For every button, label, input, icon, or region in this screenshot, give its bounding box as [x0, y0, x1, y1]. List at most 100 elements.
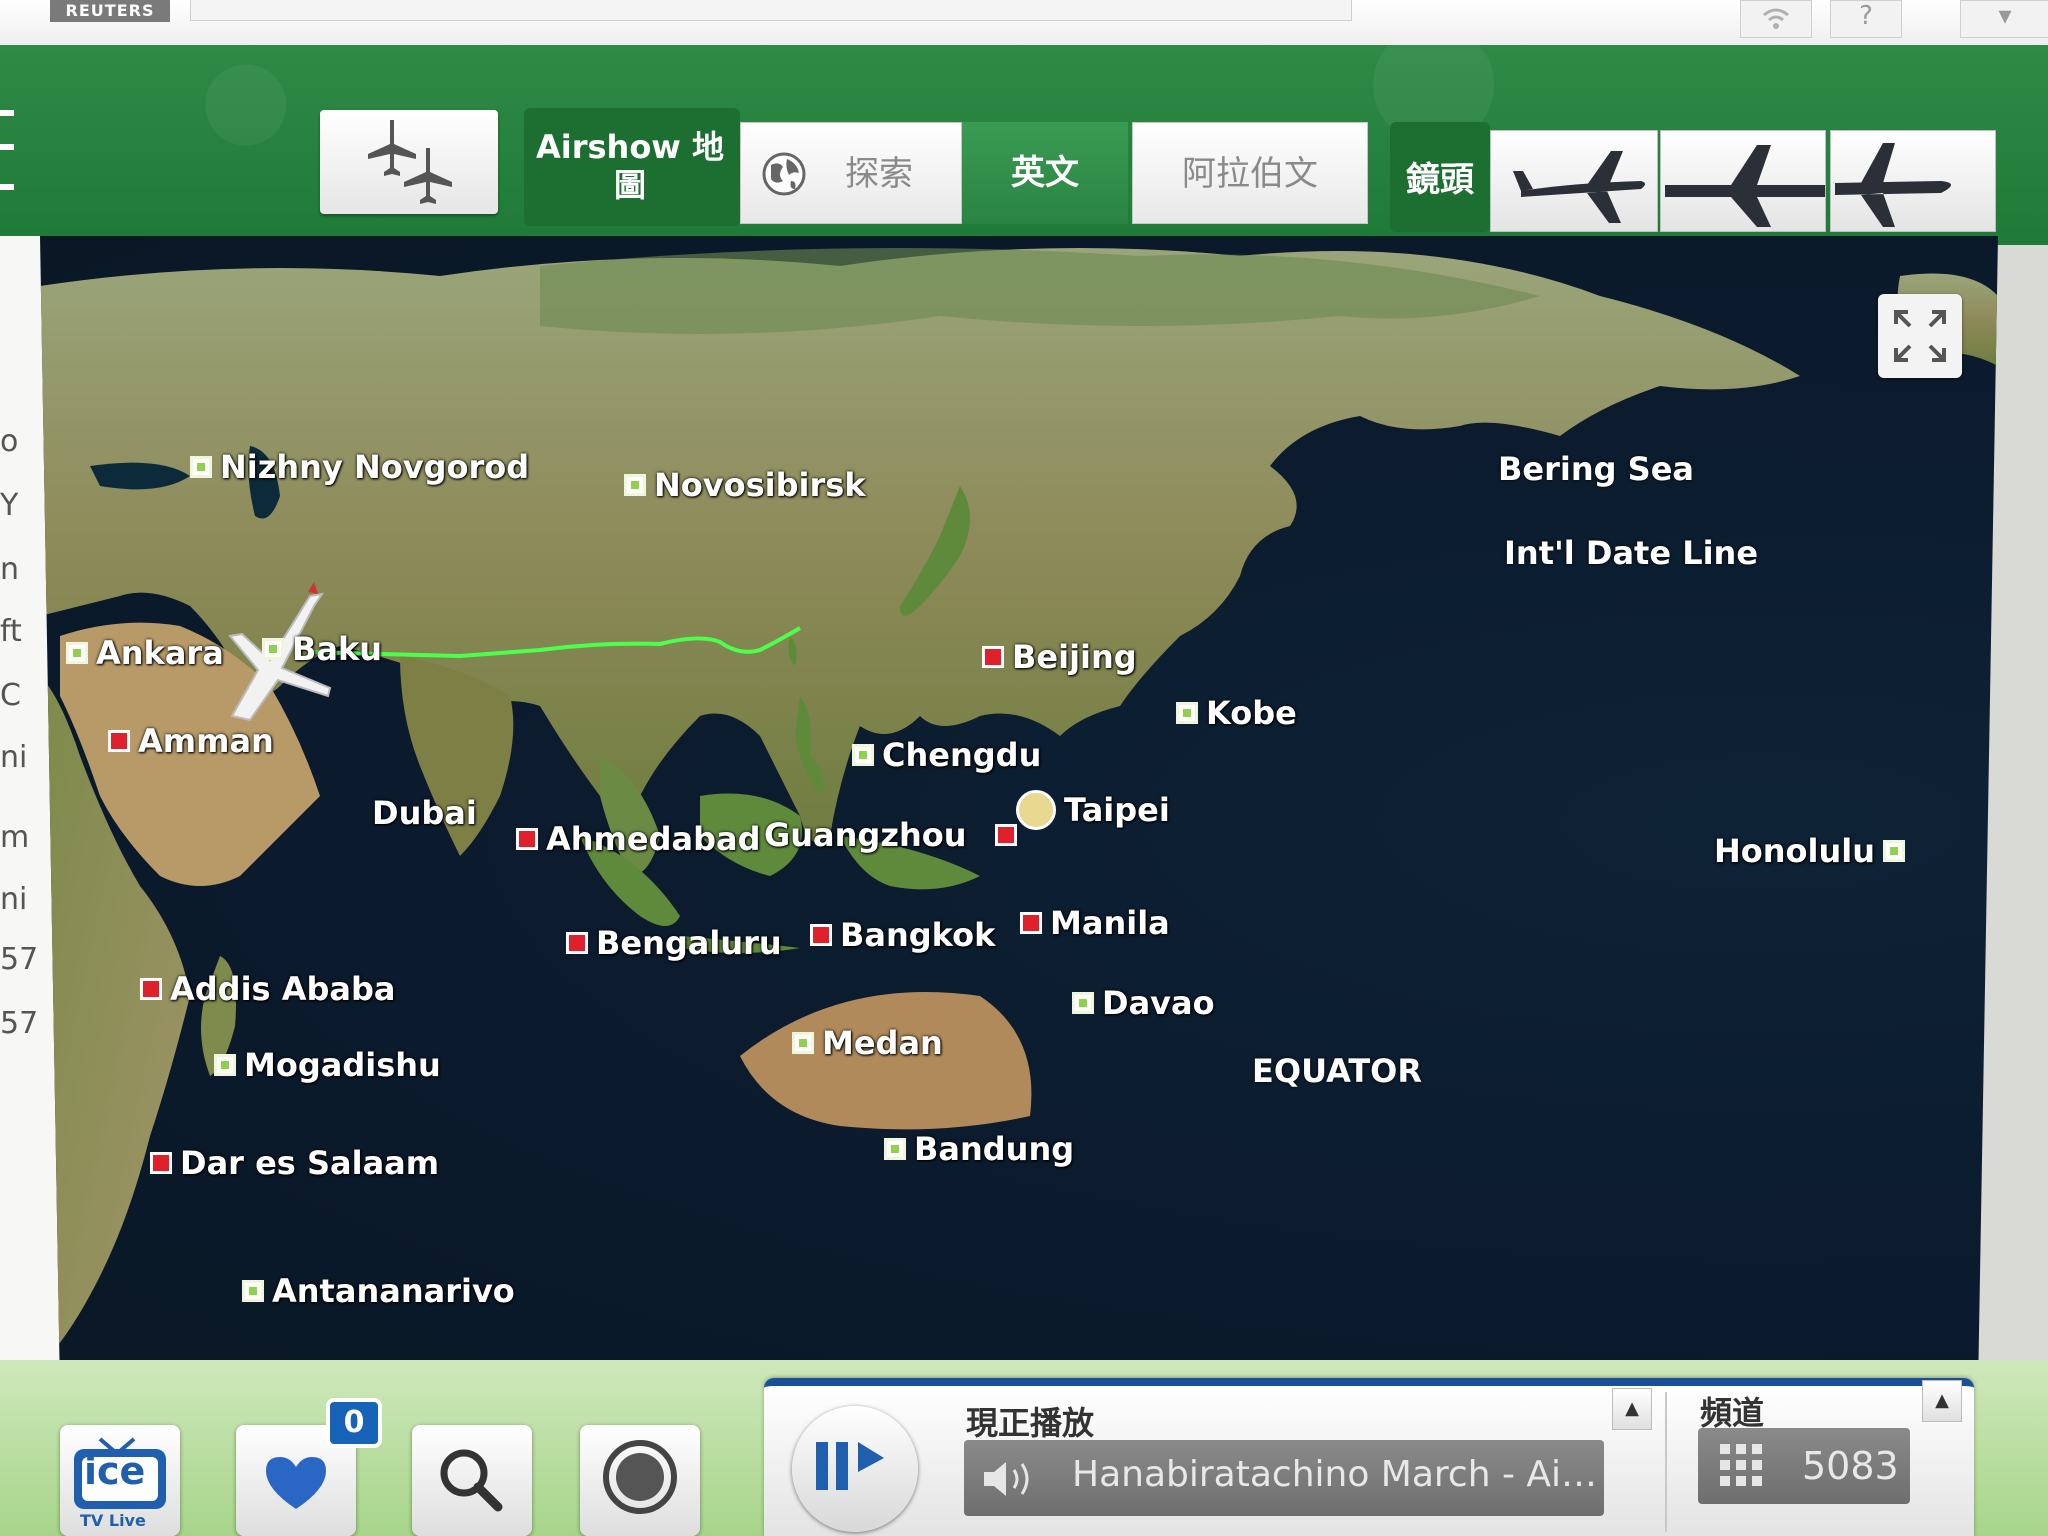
city-label[interactable]: Nizhny Novgorod: [190, 448, 529, 486]
origin-city-label[interactable]: Taipei: [1016, 790, 1170, 830]
city-name: Medan: [822, 1024, 943, 1062]
city-label[interactable]: Bangkok: [810, 916, 995, 954]
chevron-down-icon[interactable]: ▾: [1960, 0, 2048, 38]
city-label[interactable]: Honolulu: [1714, 832, 1906, 870]
city-label[interactable]: Amman: [108, 722, 274, 760]
city-marker: [852, 744, 874, 766]
city-label[interactable]: Ankara: [66, 634, 224, 672]
city-label[interactable]: Dar es Salaam: [150, 1144, 439, 1182]
city-name: Nizhny Novgorod: [220, 448, 530, 486]
menu-icon[interactable]: [0, 110, 14, 190]
city-name: Antananarivo: [272, 1272, 515, 1310]
city-marker: [982, 646, 1004, 668]
two-planes-button[interactable]: [320, 110, 498, 214]
tab-english[interactable]: 英文: [962, 122, 1128, 224]
city-name: Dar es Salaam: [180, 1144, 440, 1182]
side-char: 57: [0, 942, 39, 977]
city-name: Manila: [1050, 904, 1170, 942]
city-label[interactable]: Davao: [1072, 984, 1215, 1022]
two-planes-icon: [368, 120, 452, 204]
city-marker: [242, 1280, 264, 1302]
record-circle-icon: [603, 1440, 677, 1514]
city-name: Mogadishu: [244, 1046, 441, 1084]
city-label[interactable]: Guangzhou: [764, 816, 1017, 854]
camera-front-view-button[interactable]: [1660, 130, 1826, 232]
bering-sea-label: Bering Sea: [1498, 450, 1695, 488]
city-marker: [108, 730, 130, 752]
search-button[interactable]: [412, 1425, 532, 1536]
city-marker: [810, 924, 832, 946]
city-name: Bangkok: [840, 916, 996, 954]
city-label[interactable]: Chengdu: [852, 736, 1041, 774]
camera-rear-view-button[interactable]: [1830, 130, 1996, 232]
city-marker: [190, 456, 212, 478]
city-label[interactable]: Bengaluru: [566, 924, 782, 962]
side-char: Y: [0, 488, 19, 523]
city-name: Novosibirsk: [654, 466, 866, 504]
city-label[interactable]: Baku: [262, 630, 382, 668]
side-char: n: [0, 552, 20, 587]
track-title: Hanabiratachino March - Ai…: [1072, 1454, 1598, 1495]
tab-explore-label: 探索: [845, 154, 913, 194]
city-marker: [566, 932, 588, 954]
city-label[interactable]: Antananarivo: [242, 1272, 515, 1310]
side-char: C: [0, 678, 21, 713]
plane-rear-icon: [1835, 143, 1951, 227]
play-pause-button[interactable]: [792, 1406, 918, 1532]
city-label[interactable]: Beijing: [982, 638, 1137, 676]
globe-icon: [762, 152, 806, 196]
city-name: Kobe: [1206, 694, 1297, 732]
city-label[interactable]: Manila: [1020, 904, 1170, 942]
channel-up-button[interactable]: ▲: [1922, 1380, 1962, 1422]
city-marker: [150, 1152, 172, 1174]
camera-label: 鏡頭: [1406, 160, 1474, 200]
city-marker: [262, 638, 284, 660]
wifi-icon[interactable]: [1740, 0, 1812, 38]
city-name: Taipei: [1064, 791, 1170, 829]
city-marker: [1020, 912, 1042, 934]
city-marker: [792, 1032, 814, 1054]
city-marker: [66, 642, 88, 664]
tab-arabic[interactable]: 阿拉伯文: [1132, 122, 1368, 224]
city-name: Dubai: [372, 794, 477, 832]
track-up-button[interactable]: ▲: [1612, 1388, 1652, 1430]
city-name: Beijing: [1012, 638, 1137, 676]
side-char: 57: [0, 1006, 39, 1041]
home-button[interactable]: [580, 1425, 700, 1536]
fullscreen-button[interactable]: [1878, 294, 1962, 378]
city-label[interactable]: Ahmedabad: [516, 820, 761, 858]
help-icon[interactable]: ?: [1830, 0, 1902, 38]
city-label[interactable]: Dubai: [372, 794, 477, 832]
camera-side-view-button[interactable]: [1490, 130, 1658, 232]
reuters-tab[interactable]: REUTERS: [50, 0, 170, 22]
city-name: Chengdu: [882, 736, 1042, 774]
plane-front-icon: [1665, 145, 1825, 227]
tab-explore[interactable]: 探索: [740, 122, 962, 224]
pause-play-icon: [816, 1442, 884, 1490]
ice-label: ice: [84, 1449, 146, 1493]
side-char: ni: [0, 740, 28, 775]
city-name: Bengaluru: [596, 924, 782, 962]
city-label[interactable]: Mogadishu: [214, 1046, 441, 1084]
ice-tv-button[interactable]: ice TV Live: [60, 1425, 180, 1536]
city-label[interactable]: Novosibirsk: [624, 466, 866, 504]
city-label[interactable]: Bandung: [884, 1130, 1074, 1168]
city-marker: [1883, 840, 1906, 862]
side-char: m: [0, 820, 30, 855]
airshow-map-label[interactable]: Airshow 地圖: [530, 128, 730, 204]
city-name: Amman: [138, 722, 274, 760]
city-marker: [1072, 992, 1094, 1014]
city-name: Ahmedabad: [546, 820, 761, 858]
city-label[interactable]: Addis Ababa: [140, 970, 396, 1008]
city-marker: [516, 828, 538, 850]
city-marker: [994, 824, 1017, 846]
origin-marker: [1016, 790, 1056, 830]
city-label[interactable]: Medan: [792, 1024, 943, 1062]
keypad-icon: [1720, 1444, 1762, 1486]
favorites-count-badge: 0: [326, 1398, 382, 1448]
equator-label: EQUATOR: [1252, 1052, 1423, 1090]
city-marker: [884, 1138, 906, 1160]
city-name: Baku: [292, 630, 383, 668]
city-label[interactable]: Kobe: [1176, 694, 1297, 732]
city-name: Davao: [1102, 984, 1215, 1022]
